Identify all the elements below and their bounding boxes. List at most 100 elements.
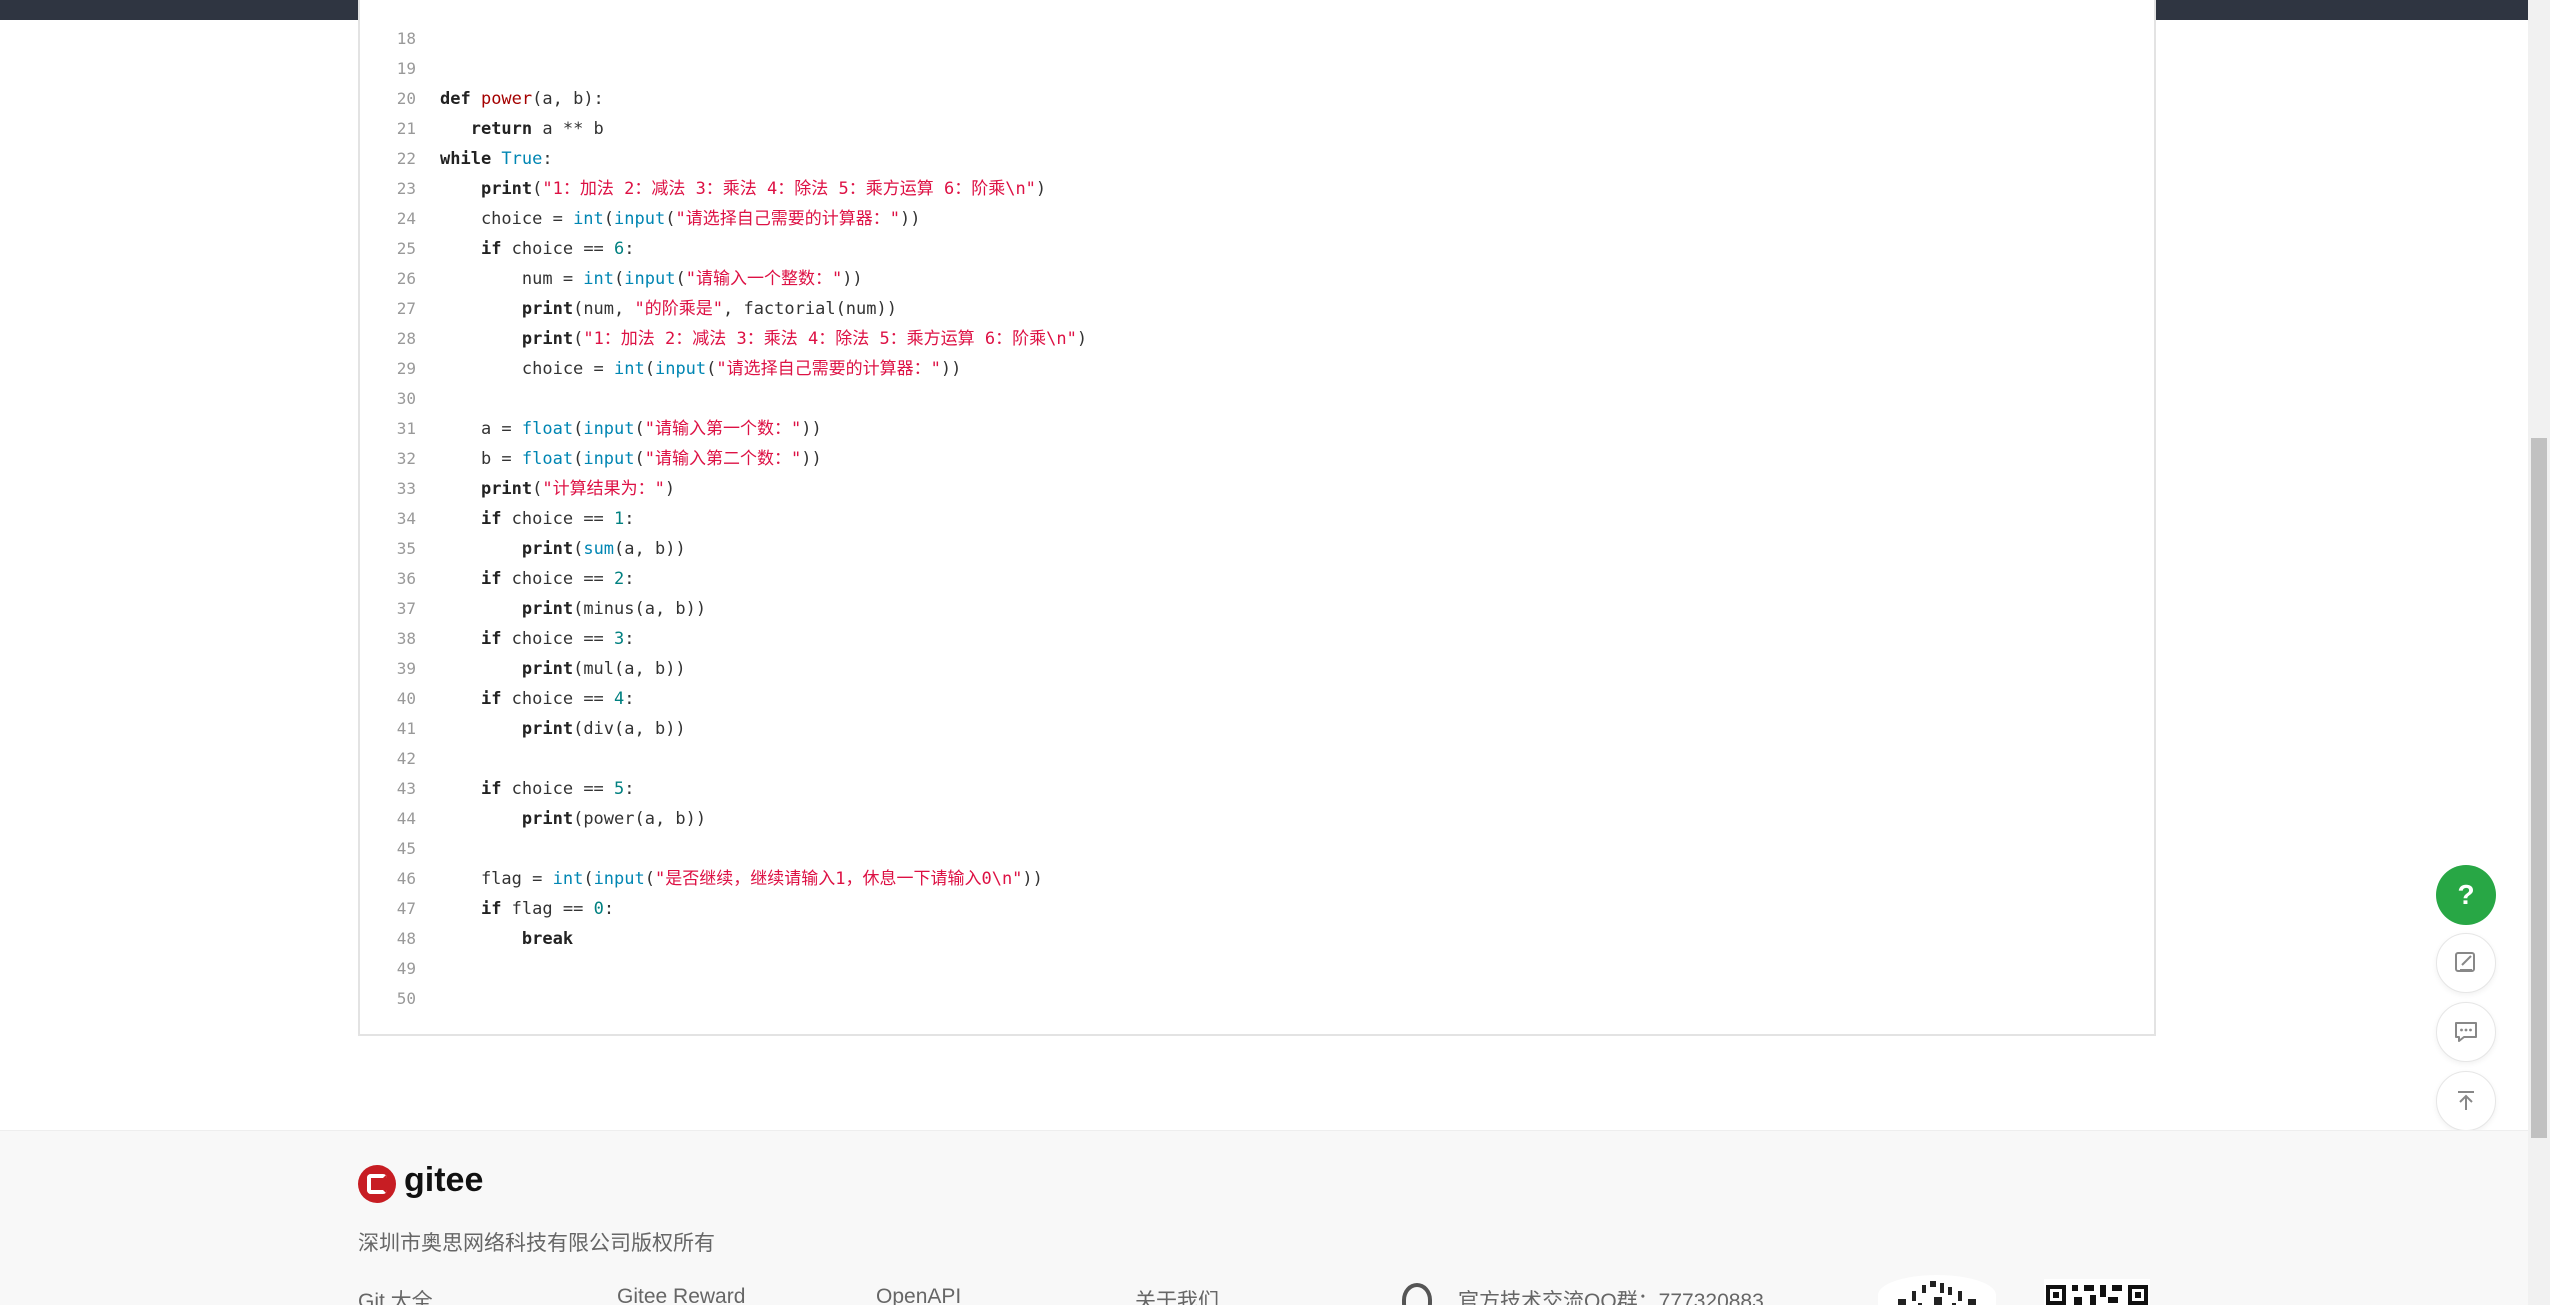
code-text: def power(a, b): — [440, 84, 604, 114]
code-line: 26 num = int(input("请输入一个整数：")) — [360, 264, 2154, 294]
code-text: if choice == 5: — [440, 774, 635, 804]
code-token: (div(a, b)) — [573, 719, 686, 739]
code-line: 40 if choice == 4: — [360, 684, 2154, 714]
line-number: 33 — [396, 479, 416, 498]
vertical-scrollbar[interactable] — [2528, 0, 2550, 1305]
feedback-button[interactable] — [2436, 933, 2496, 993]
code-text: if choice == 6: — [440, 234, 635, 264]
code-line: 29 choice = int(input("请选择自己需要的计算器：")) — [360, 354, 2154, 384]
footer-link-about-us[interactable]: 关于我们 — [1135, 1285, 1219, 1305]
qq-group-info: 官方技术交流QQ群：777320883 — [1458, 1290, 1764, 1305]
code-text: print(num, "的阶乘是", factorial(num)) — [440, 294, 897, 324]
code-token: ( — [573, 329, 584, 349]
line-number: 27 — [396, 299, 416, 318]
line-number: 48 — [396, 929, 416, 948]
code-token: 0 — [593, 899, 604, 919]
code-token: if — [480, 629, 502, 649]
code-token: break — [521, 929, 574, 949]
code-token: : — [624, 629, 635, 649]
code-line: 46 flag = int(input("是否继续，继续请输入1，休息一下请输入… — [360, 864, 2154, 894]
back-to-top-button[interactable] — [2436, 1071, 2496, 1131]
code-token: : — [624, 239, 635, 259]
code-token: ) — [1035, 179, 1047, 199]
code-token: if — [480, 779, 502, 799]
line-number: 46 — [396, 869, 416, 888]
code-token: if — [480, 689, 502, 709]
code-token: "1：加法 2：减法 3：乘法 4：除法 5：乘方运算 6：阶乘\n" — [542, 179, 1036, 199]
help-button[interactable]: ? — [2436, 865, 2496, 925]
code-token: (a, b)) — [614, 539, 686, 559]
code-token: : — [542, 149, 553, 169]
code-text: b = float(input("请输入第二个数：")) — [440, 444, 822, 474]
code-line: 48 break — [360, 924, 2154, 954]
code-token: )) — [801, 419, 822, 439]
code-token: choice == — [501, 779, 615, 799]
line-number: 31 — [396, 419, 416, 438]
line-number: 50 — [396, 989, 416, 1008]
footer-link-git-guide[interactable]: Git 大全 — [358, 1285, 433, 1305]
line-number: 30 — [396, 389, 416, 408]
line-number: 19 — [396, 59, 416, 78]
code-line: 27 print(num, "的阶乘是", factorial(num)) — [360, 294, 2154, 324]
line-number: 45 — [396, 839, 416, 858]
line-number: 25 — [396, 239, 416, 258]
code-token: , factorial(num)) — [722, 299, 897, 319]
code-token: input — [654, 359, 707, 379]
code-token: ( — [644, 869, 655, 889]
line-number: 37 — [396, 599, 416, 618]
code-token: ( — [573, 419, 584, 439]
code-token: (a, b): — [532, 89, 604, 109]
code-token: print — [521, 719, 574, 739]
line-number: 34 — [396, 509, 416, 528]
code-token: : — [624, 689, 635, 709]
code-token: print — [521, 329, 574, 349]
code-line: 31 a = float(input("请输入第一个数：")) — [360, 414, 2154, 444]
footer-link-openapi[interactable]: OpenAPI — [876, 1285, 961, 1305]
code-token: print — [480, 479, 533, 499]
code-token: : — [624, 509, 635, 529]
code-token: ( — [532, 179, 543, 199]
code-line: 50 — [360, 984, 2154, 1014]
line-number: 22 — [396, 149, 416, 168]
code-token: 5 — [614, 779, 625, 799]
code-token: print — [521, 809, 574, 829]
code-text: choice = int(input("请选择自己需要的计算器：")) — [440, 354, 962, 384]
code-line: 43 if choice == 5: — [360, 774, 2154, 804]
code-line: 19 — [360, 54, 2154, 84]
line-number: 35 — [396, 539, 416, 558]
line-number: 36 — [396, 569, 416, 588]
arrow-up-icon — [2458, 1091, 2474, 1110]
code-text: if choice == 2: — [440, 564, 635, 594]
code-token: print — [521, 599, 574, 619]
code-token: ( — [573, 449, 584, 469]
code-token: ( — [665, 209, 676, 229]
code-text: if choice == 4: — [440, 684, 635, 714]
footer-link-gitee-reward[interactable]: Gitee Reward — [617, 1285, 745, 1305]
comment-button[interactable] — [2436, 1002, 2496, 1062]
code-token: float — [521, 419, 574, 439]
code-token: int — [552, 869, 584, 889]
code-token: )) — [801, 449, 822, 469]
code-viewer: 18 19 20 def power(a, b): 21 return a ** b 22… — [358, 0, 2156, 1036]
code-token: def — [440, 89, 481, 109]
code-token: 1 — [614, 509, 625, 529]
code-token: ( — [675, 269, 686, 289]
code-token: a = — [440, 419, 522, 439]
code-token: )) — [899, 209, 921, 229]
scrollbar-thumb[interactable] — [2531, 438, 2547, 1138]
code-token: ( — [644, 359, 655, 379]
code-token: "是否继续，继续请输入1，休息一下请输入0\n" — [655, 869, 1023, 889]
code-token: (mul(a, b)) — [573, 659, 686, 679]
code-token: ( — [603, 209, 615, 229]
code-token: choice = — [440, 209, 574, 229]
code-line: 41 print(div(a, b)) — [360, 714, 2154, 744]
code-line: 18 — [360, 24, 2154, 54]
code-token: choice == — [501, 509, 615, 529]
code-text: while True: — [440, 144, 553, 174]
